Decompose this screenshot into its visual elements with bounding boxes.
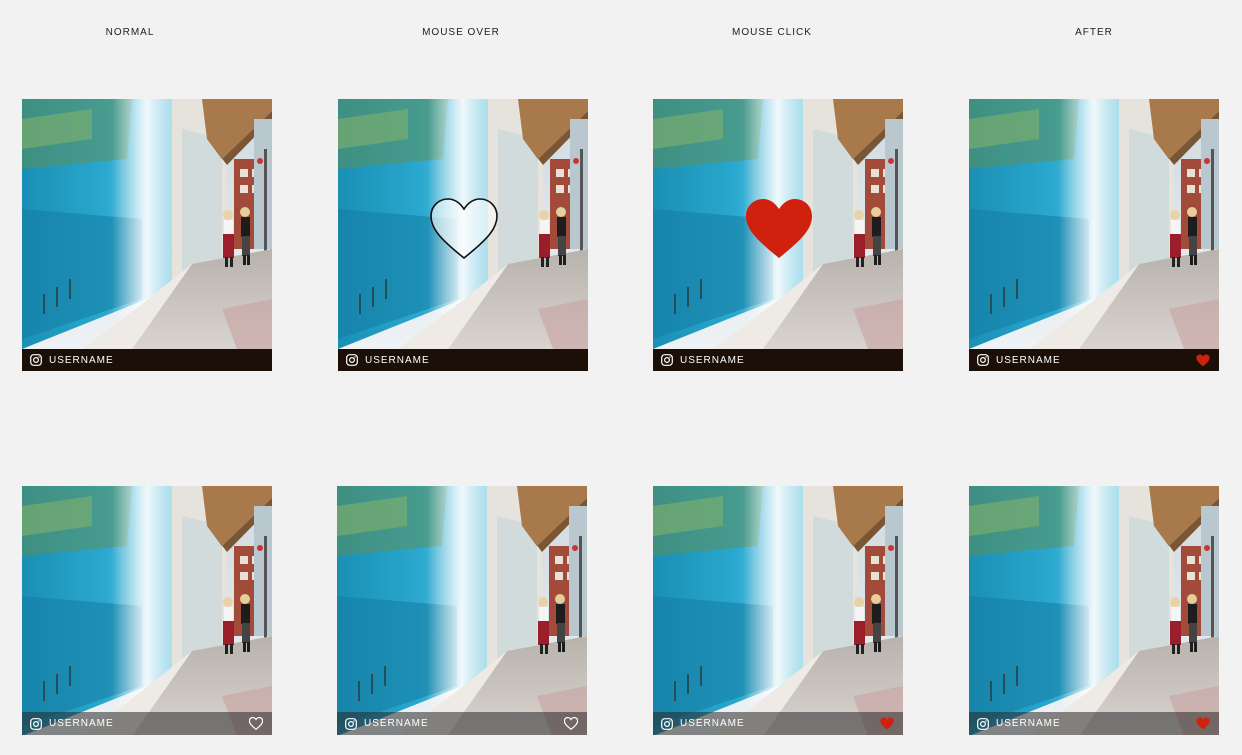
username-label[interactable]: USERNAME (996, 355, 1061, 366)
caption-bar: USERNAME (653, 712, 903, 735)
photo-card[interactable]: USERNAME (969, 99, 1219, 371)
photo-card[interactable]: USERNAME (338, 99, 588, 371)
heart-icon[interactable] (1196, 354, 1210, 367)
username-label[interactable]: USERNAME (364, 718, 429, 729)
street-photo (969, 99, 1219, 349)
photo-card[interactable]: USERNAME (337, 486, 587, 735)
instagram-icon (977, 354, 989, 366)
photo-card[interactable]: USERNAME (22, 99, 272, 371)
caption-bar: USERNAME (337, 712, 587, 735)
username-label[interactable]: USERNAME (49, 718, 114, 729)
instagram-icon (977, 717, 989, 730)
username-label[interactable]: USERNAME (680, 355, 745, 366)
caption-bar: USERNAME (22, 712, 272, 735)
street-photo (337, 486, 587, 735)
photo-card[interactable]: USERNAME (653, 486, 903, 735)
instagram-icon (346, 354, 358, 366)
column-header-normal: NORMAL (105, 27, 155, 38)
column-header-mouse-click: MOUSE CLICK (732, 27, 812, 38)
caption-bar: USERNAME (653, 349, 903, 371)
username-label[interactable]: USERNAME (365, 355, 430, 366)
username-label[interactable]: USERNAME (49, 355, 114, 366)
street-photo (22, 99, 272, 349)
username-label[interactable]: USERNAME (680, 718, 745, 729)
instagram-icon (661, 717, 673, 730)
caption-bar: USERNAME (969, 349, 1219, 371)
street-photo (969, 486, 1219, 735)
heart-icon[interactable] (429, 198, 499, 260)
heart-icon[interactable] (564, 717, 578, 730)
column-header-after: AFTER (1075, 27, 1113, 38)
heart-icon[interactable] (744, 198, 814, 260)
photo-card[interactable]: USERNAME (22, 486, 272, 735)
photo-card[interactable]: USERNAME (653, 99, 903, 371)
photo-card[interactable]: USERNAME (969, 486, 1219, 735)
street-photo (653, 486, 903, 735)
caption-bar: USERNAME (338, 349, 588, 371)
street-photo (22, 486, 272, 735)
instagram-icon (345, 717, 357, 730)
instagram-icon (30, 354, 42, 366)
instagram-icon (30, 717, 42, 730)
username-label[interactable]: USERNAME (996, 718, 1061, 729)
heart-icon[interactable] (249, 717, 263, 730)
instagram-icon (661, 354, 673, 366)
heart-icon[interactable] (880, 717, 894, 730)
heart-icon[interactable] (1196, 717, 1210, 730)
caption-bar: USERNAME (22, 349, 272, 371)
column-header-mouse-over: MOUSE OVER (422, 27, 500, 38)
caption-bar: USERNAME (969, 712, 1219, 735)
